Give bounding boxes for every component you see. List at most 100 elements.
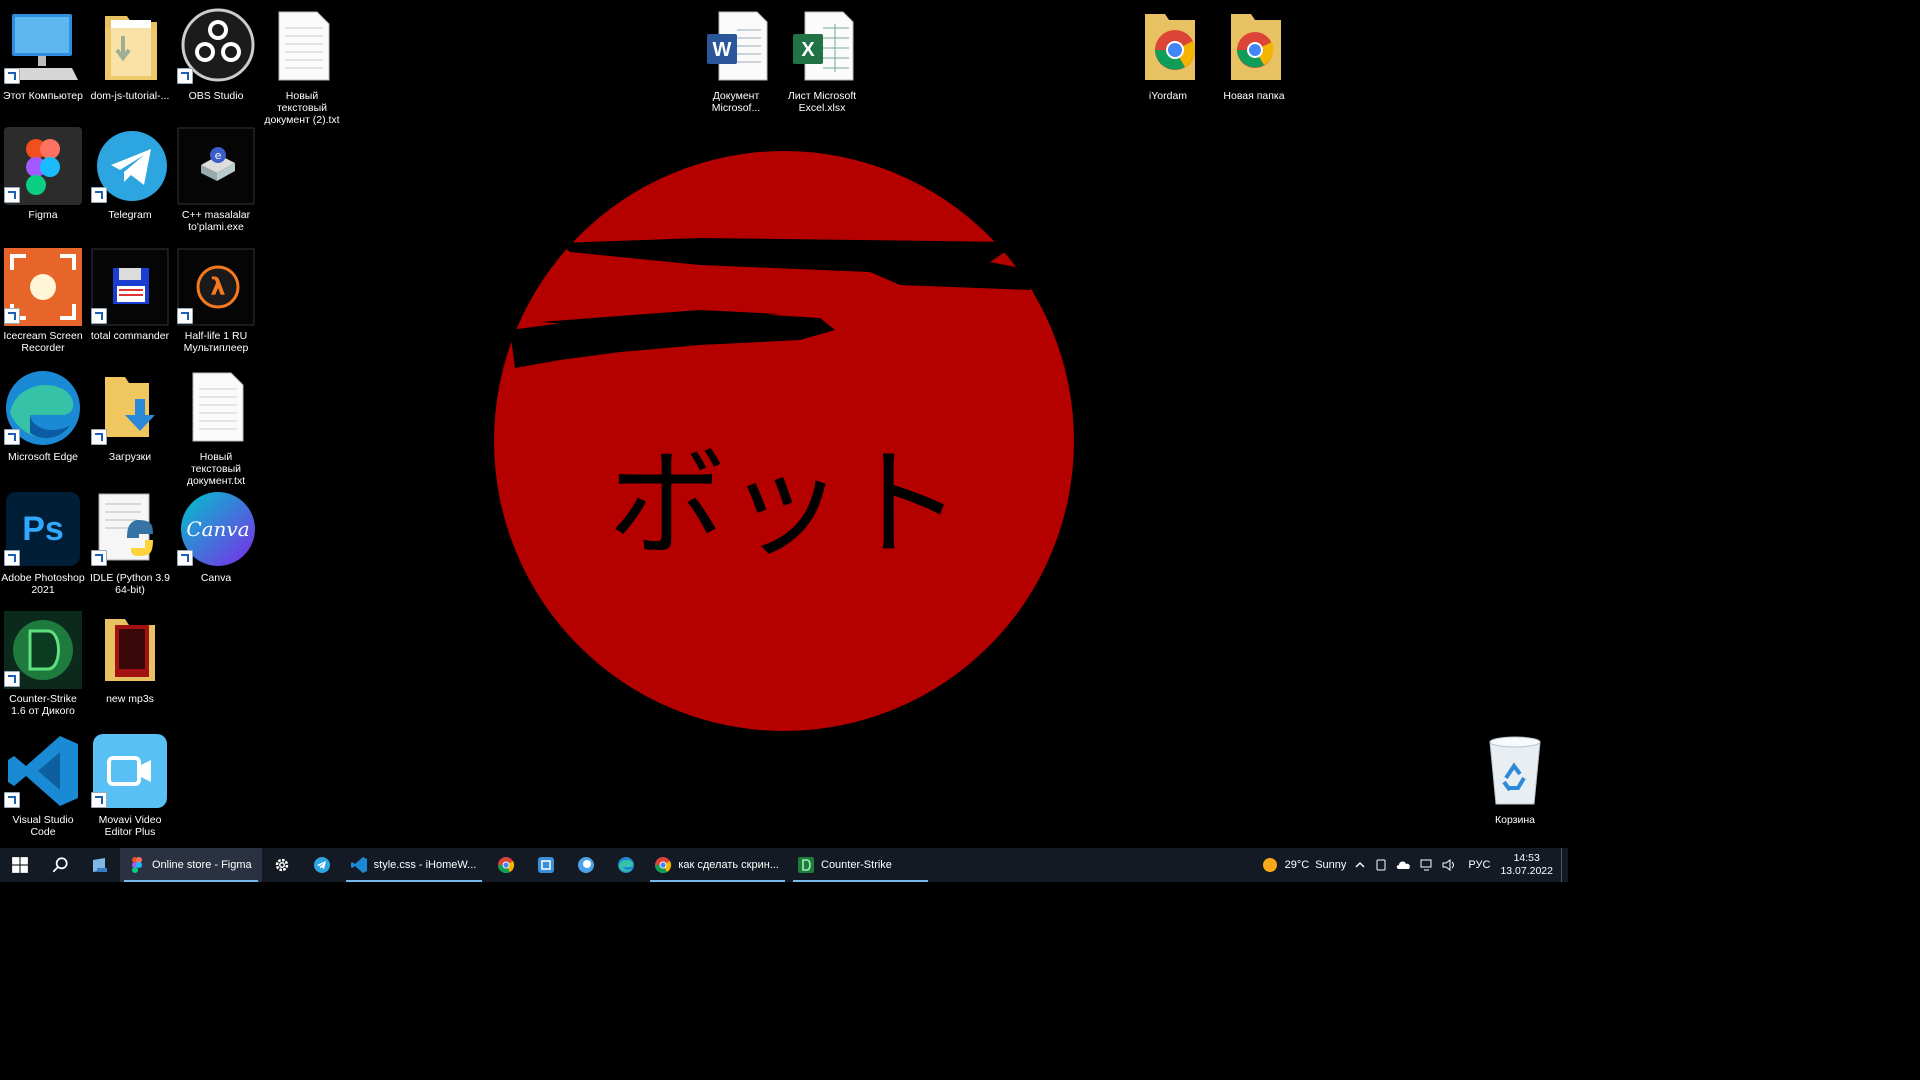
shortcut-arrow-icon: [91, 550, 107, 566]
desktop-icon-iyordam[interactable]: iYordam: [1126, 8, 1210, 126]
figma-icon: [132, 857, 142, 873]
desktop-icon-telegram[interactable]: Telegram: [88, 127, 172, 245]
shortcut-arrow-icon: [91, 792, 107, 808]
cloud-icon: [1397, 861, 1411, 869]
app-window-icon: [538, 857, 555, 873]
taskbar-chrome[interactable]: [486, 848, 526, 882]
shortcut-arrow-icon: [4, 671, 20, 687]
excel-sheet-icon: X: [793, 11, 854, 81]
gear-icon: [275, 858, 288, 872]
show-desktop-button[interactable]: [1561, 848, 1568, 882]
svg-text:Canva: Canva: [186, 517, 249, 541]
globe-app-icon: [578, 857, 595, 873]
counter-strike-icon: [798, 857, 814, 873]
taskbar-edge[interactable]: [606, 848, 646, 882]
chrome-icon: [498, 857, 515, 874]
taskbar-vscode-window[interactable]: style.css - iHomeW...: [342, 848, 487, 882]
taskbar-figma-window[interactable]: Online store - Figma: [120, 848, 262, 882]
shortcut-arrow-icon: [177, 68, 193, 84]
svg-text:W: W: [713, 39, 732, 61]
folder-icon: [105, 16, 157, 80]
file-explorer-pin-icon: [93, 858, 107, 872]
tray-language[interactable]: РУС: [1468, 859, 1490, 871]
desktop-icon-photoshop[interactable]: Ps Adobe Photoshop 2021: [1, 490, 85, 608]
shortcut-arrow-icon: [91, 429, 107, 445]
desktop-icon-half-life[interactable]: λ Half-life 1 RU Мультиплеер: [174, 248, 258, 366]
exe-app-icon: e: [177, 127, 255, 205]
vscode-icon: [350, 857, 367, 873]
word-document-icon: W: [707, 11, 768, 81]
desktop-icon-icecream[interactable]: Icecream Screen Recorder: [1, 248, 85, 366]
svg-text:λ: λ: [210, 273, 225, 301]
taskbar-app-blue[interactable]: [526, 848, 566, 882]
task-view-button[interactable]: [80, 848, 120, 882]
tray-volume[interactable]: [1442, 858, 1456, 872]
svg-text:e: e: [215, 149, 222, 162]
start-button[interactable]: [0, 848, 40, 882]
windows-logo-icon: [12, 857, 28, 873]
network-icon: [1420, 859, 1432, 871]
taskbar-telegram[interactable]: [302, 848, 342, 882]
desktop-icon-new-txt[interactable]: Новый текстовый документ.txt: [174, 369, 258, 487]
desktop-icon-cpp-exe[interactable]: e C++ masalalar to'plami.exe: [174, 127, 258, 245]
system-tray: 29°C Sunny РУС 14:53 13.07.2022: [1257, 848, 1568, 882]
desktop-icon-recycle-bin[interactable]: Корзина: [1473, 732, 1557, 850]
desktop-icon-idle[interactable]: IDLE (Python 3.9 64-bit): [88, 490, 172, 608]
chrome-folder-icon: [1231, 14, 1281, 80]
taskbar-chrome-window[interactable]: как сделать скрин...: [646, 848, 789, 882]
taskbar-app-globe[interactable]: [566, 848, 606, 882]
tray-network[interactable]: [1420, 858, 1434, 872]
tray-onedrive[interactable]: [1396, 859, 1412, 871]
taskbar: Online store - Figma style.css - iHomeW.…: [0, 848, 1568, 882]
desktop-icon-downloads[interactable]: Загрузки: [88, 369, 172, 487]
desktop-icon-vscode[interactable]: Visual Studio Code: [1, 732, 85, 850]
desktop-icon-counter-strike[interactable]: Counter-Strike 1.6 от Дикого: [1, 611, 85, 729]
desktop-icon-new-txt-2[interactable]: Новый текстовый документ (2).txt: [260, 8, 344, 126]
desktop-icon-dom-js-folder[interactable]: dom-js-tutorial-...: [88, 8, 172, 126]
device-icon: [1376, 859, 1386, 871]
text-file-icon: [278, 11, 330, 81]
svg-text:Ps: Ps: [22, 510, 64, 548]
shortcut-arrow-icon: [177, 308, 193, 324]
desktop-icon-new-mp3s[interactable]: new mp3s: [88, 611, 172, 729]
music-folder-icon: [105, 619, 155, 681]
desktop-icon-new-folder[interactable]: Новая папка: [1212, 8, 1296, 126]
recycle-bin-icon: [1489, 736, 1541, 805]
speaker-icon: [1442, 859, 1455, 871]
desktop-icon-word-doc[interactable]: W Документ Microsof...: [694, 8, 778, 126]
shortcut-arrow-icon: [4, 550, 20, 566]
taskbar-settings[interactable]: [262, 848, 302, 882]
search-icon: [52, 857, 68, 873]
tray-overflow-chevron[interactable]: [1354, 859, 1366, 871]
tray-meet-now[interactable]: [1374, 858, 1388, 872]
desktop-icon-total-commander[interactable]: total commander: [88, 248, 172, 366]
desktop-icon-edge[interactable]: Microsoft Edge: [1, 369, 85, 487]
chevron-up-icon: [1355, 862, 1365, 868]
chrome-folder-icon: [1145, 14, 1195, 80]
edge-icon: [618, 857, 635, 873]
telegram-icon: [313, 857, 330, 873]
taskbar-counter-strike-window[interactable]: Counter-Strike: [789, 848, 932, 882]
desktop-icon-this-pc[interactable]: Этот Компьютер: [1, 8, 85, 126]
search-button[interactable]: [40, 848, 80, 882]
weather-widget[interactable]: 29°C Sunny: [1261, 856, 1346, 874]
desktop-icon-canva[interactable]: Canva Canva: [174, 490, 258, 608]
shortcut-arrow-icon: [91, 308, 107, 324]
shortcut-arrow-icon: [91, 187, 107, 203]
shortcut-arrow-icon: [177, 550, 193, 566]
taskbar-clock[interactable]: 14:53 13.07.2022: [1500, 852, 1553, 878]
svg-text:X: X: [801, 39, 815, 61]
desktop-icon-obs[interactable]: OBS Studio: [174, 8, 258, 126]
desktop-icon-figma[interactable]: Figma: [1, 127, 85, 245]
wallpaper-katakana: ボット: [608, 435, 962, 573]
shortcut-arrow-icon: [4, 308, 20, 324]
desktop-icon-movavi[interactable]: Movavi Video Editor Plus: [88, 732, 172, 850]
text-file-icon: [192, 372, 244, 442]
shortcut-arrow-icon: [4, 187, 20, 203]
chrome-icon: [655, 857, 672, 874]
sun-icon: [1262, 858, 1277, 872]
shortcut-arrow-icon: [4, 429, 20, 445]
desktop-icon-excel-sheet[interactable]: X Лист Microsoft Excel.xlsx: [780, 8, 864, 126]
shortcut-arrow-icon: [4, 68, 20, 84]
shortcut-arrow-icon: [4, 792, 20, 808]
